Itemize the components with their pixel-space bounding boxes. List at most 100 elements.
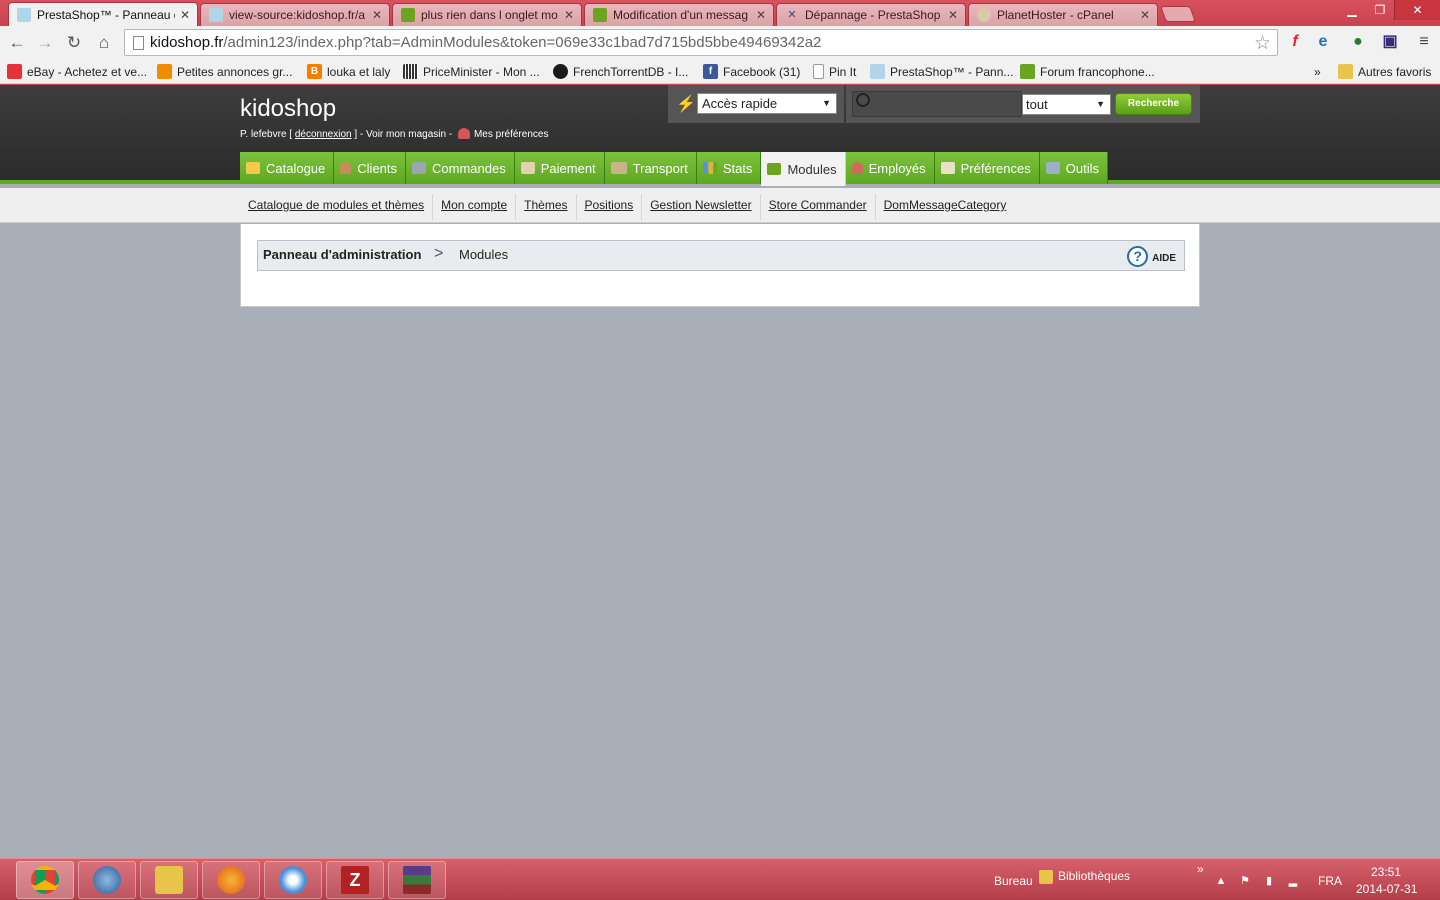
bookmark-label: eBay - Achetez et ve... [27,64,148,79]
libraries-toolbar-label[interactable]: Bibliothèques [1058,869,1130,883]
taskbar-explorer[interactable] [140,861,198,899]
nav-tab-modules[interactable]: Modules [761,152,846,186]
bookmark-label: PriceMinister - Mon ... [423,64,540,79]
quick-access-box: ⚡ Accès rapide ▼ [668,85,844,123]
bookmark-other[interactable]: Autres favoris [1338,63,1431,80]
search-button[interactable]: Recherche [1115,93,1192,115]
taskbar-winrar[interactable] [388,861,446,899]
barcode-icon [403,64,418,79]
tab-depannage[interactable]: ✕ Dépannage - PrestaShop 1 ✕ [776,3,966,26]
subnav-mon-compte[interactable]: Mon compte [433,194,517,220]
nav-tab-transport[interactable]: Transport [604,152,697,184]
show-hidden-icons-icon[interactable]: ▲ [1214,874,1228,888]
clock-date[interactable]: 2014-07-31 [1356,882,1417,896]
nav-tab-employes[interactable]: Employés [845,152,935,184]
back-arrow-icon[interactable]: ← [6,32,28,54]
subnav-positions[interactable]: Positions [577,194,643,220]
restore-icon[interactable]: ❐ [1366,0,1394,20]
breadcrumb-root[interactable]: Panneau d'administration [263,247,421,262]
logout-link[interactable]: déconnexion [295,129,352,140]
toolbar-overflow[interactable]: » [1197,862,1204,876]
bookmark-frenchtorrentdb[interactable]: FrenchTorrentDB - I... [553,63,688,80]
subnav-store-commander[interactable]: Store Commander [761,194,876,220]
dropdown-arrow-icon: ▼ [822,98,831,108]
tab-close-icon[interactable]: ✕ [179,8,191,22]
tab-view-source[interactable]: view-source:kidoshop.fr/a ✕ [200,3,390,26]
globe-extension-icon[interactable]: ● [1348,32,1368,52]
e-extension-icon[interactable]: e [1313,32,1333,52]
action-center-icon[interactable]: ⚑ [1238,874,1252,888]
subnav-gestion-newsletter[interactable]: Gestion Newsletter [642,194,761,220]
subnav-themes[interactable]: Thèmes [516,194,577,220]
tab-planethoster[interactable]: PlanetHoster - cPanel ✕ [968,3,1158,26]
search-input[interactable] [852,91,1022,117]
nav-tab-preferences[interactable]: Préférences [934,152,1040,184]
bookmark-louka-laly[interactable]: B louka et laly [307,63,390,80]
new-tab-button[interactable] [1160,6,1196,22]
bar-chart-icon [702,162,717,174]
address-bar[interactable]: kidoshop.fr/admin123/index.php?tab=Admin… [124,29,1278,56]
taskbar-thunderbird[interactable] [78,861,136,899]
nav-tab-commandes[interactable]: Commandes [406,152,515,184]
menu-icon[interactable]: ≡ [1414,32,1434,52]
subnav-catalogue-modules-themes[interactable]: Catalogue de modules et thèmes [240,194,434,220]
close-window-icon[interactable]: ✕ [1394,0,1440,20]
quick-access-select[interactable]: Accès rapide ▼ [697,93,837,114]
power-icon[interactable]: ▮ [1262,874,1276,888]
browser-toolbar: ← → ↻ ⌂ kidoshop.fr/admin123/index.php?t… [0,26,1440,59]
taskbar-firefox[interactable] [202,861,260,899]
minimize-icon[interactable]: ▁ [1338,0,1366,20]
bookmark-petites-annonces[interactable]: Petites annonces gr... [157,63,292,80]
nav-tab-clients[interactable]: Clients [334,152,407,184]
nav-tab-paiement[interactable]: Paiement [514,152,605,184]
tab-close-icon[interactable]: ✕ [371,8,383,22]
view-shop-link[interactable]: - Voir mon magasin - [360,129,452,140]
bookmark-pin-it[interactable]: Pin It [813,63,856,80]
tab-forum-thread[interactable]: plus rien dans l onglet mo ✕ [392,3,582,26]
desktop-toolbar-label[interactable]: Bureau [994,874,1033,888]
tab-label: Dépannage - PrestaShop 1 [805,8,943,22]
subnav-dommessagecategory[interactable]: DomMessageCategory [876,194,1015,220]
forum-favicon-icon [593,8,607,22]
bookmarks-overflow[interactable]: » [1314,63,1321,80]
bookmark-prestashop[interactable]: PrestaShop™ - Pann... [870,63,1013,80]
winrar-icon [403,866,431,894]
tab-close-icon[interactable]: ✕ [947,8,959,22]
folder-icon [155,866,183,894]
cart-icon [412,162,427,174]
flash-extension-icon[interactable]: f [1285,32,1305,52]
help-question-icon: ? [1127,245,1149,267]
my-preferences-link[interactable]: Mes préférences [474,129,548,140]
planet-favicon-icon [977,8,991,22]
bookmark-label: Forum francophone... [1040,64,1155,79]
bookmark-forum[interactable]: Forum francophone... [1020,63,1155,80]
bookmark-star-icon[interactable]: ☆ [1254,32,1271,55]
network-icon[interactable]: ▂ [1286,874,1300,888]
tab-close-icon[interactable]: ✕ [755,8,767,22]
forward-arrow-icon[interactable]: → [34,32,56,54]
bookmark-priceminister[interactable]: PriceMinister - Mon ... [403,63,540,80]
help-button[interactable]: ? AIDE [1127,245,1176,267]
shop-name[interactable]: kidoshop [240,95,336,123]
bookmark-facebook[interactable]: f Facebook (31) [703,63,800,80]
bookmark-ebay[interactable]: eBay - Achetez et ve... [7,63,147,80]
taskbar-safari[interactable] [264,861,322,899]
nav-tab-catalogue[interactable]: Catalogue [240,152,335,184]
media-extension-icon[interactable]: ▣ [1380,32,1400,52]
taskbar-filezilla[interactable]: Z [326,861,384,899]
reload-icon[interactable]: ↻ [63,32,85,54]
tools-favicon-icon: ✕ [787,9,797,21]
bookmark-label: Autres favoris [1358,64,1432,79]
nav-tab-outils[interactable]: Outils [1039,152,1108,184]
page-icon [133,35,144,50]
language-indicator[interactable]: FRA [1318,874,1342,888]
nav-tab-stats[interactable]: Stats [696,152,762,184]
tab-modification-message[interactable]: Modification d'un messag ✕ [584,3,774,26]
tab-close-icon[interactable]: ✕ [563,8,575,22]
home-icon[interactable]: ⌂ [93,32,115,54]
search-scope-select[interactable]: tout ▼ [1022,94,1111,115]
tab-prestashop-admin[interactable]: PrestaShop™ - Panneau d ✕ [8,2,198,26]
taskbar-chrome[interactable] [16,861,74,899]
tab-close-icon[interactable]: ✕ [1139,8,1151,22]
clock-time[interactable]: 23:51 [1371,865,1401,879]
